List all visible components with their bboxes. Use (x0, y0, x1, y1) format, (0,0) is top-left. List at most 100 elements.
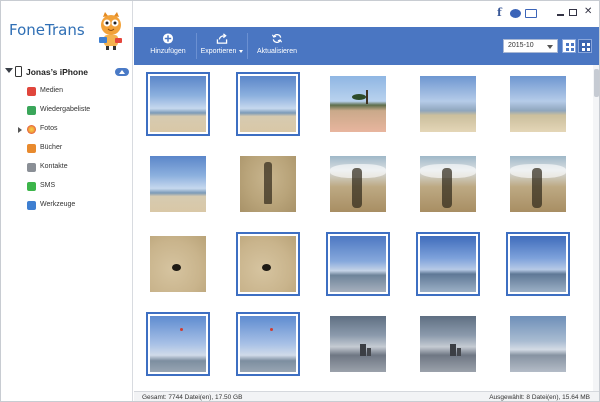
photo-image (240, 236, 296, 292)
sidebar-item-wiedergabeliste[interactable]: Wiedergabeliste (1, 102, 133, 121)
photo-detail (172, 264, 181, 271)
toolbar-divider (196, 33, 197, 59)
sidebar-item-fotos[interactable]: Fotos (1, 121, 133, 140)
photo-image (240, 76, 296, 132)
sidebar-item-label: Bücher (40, 144, 63, 151)
photo-thumbnail[interactable] (506, 232, 570, 296)
status-bar: Gesamt: 7744 Datei(en), 17.50 GB Ausgewä… (134, 391, 599, 401)
photo-thumbnail[interactable] (236, 72, 300, 136)
export-icon (216, 33, 228, 44)
grid-icon (566, 43, 574, 51)
export-button[interactable]: Exportieren (198, 27, 246, 65)
status-selected: Ausgewählt: 8 Datei(en), 15.64 MB (489, 394, 590, 401)
photo-thumbnail[interactable] (146, 72, 210, 136)
sidebar-item-label: SMS (40, 182, 56, 189)
sidebar-item-label: Medien (40, 87, 63, 94)
photo-thumbnail[interactable] (416, 72, 480, 136)
photo-image (150, 236, 206, 292)
refresh-button[interactable]: Aktualisieren (248, 27, 306, 65)
photo-thumbnail[interactable] (146, 312, 210, 376)
device-row[interactable]: Jonas’s iPhone (1, 65, 133, 81)
photo-detail (180, 328, 183, 331)
photo-image (240, 156, 296, 212)
sidebar: FoneTrans Jonas’s iPhone Medien Wiederga… (1, 1, 133, 401)
sidebar-item-label: Fotos (40, 125, 58, 132)
facebook-icon[interactable]: f (497, 7, 507, 19)
photo-detail (264, 162, 272, 204)
photo-thumbnail[interactable] (236, 232, 300, 296)
photo-thumbnail[interactable] (146, 232, 210, 296)
sms-icon (27, 182, 36, 191)
add-icon (162, 33, 174, 44)
toolbar: Hinzufügen Exportieren Aktualisieren 201… (134, 27, 599, 65)
date-filter-select[interactable]: 2015-10 (503, 39, 558, 53)
device-name: Jonas’s iPhone (26, 67, 89, 77)
expand-arrow-icon[interactable] (18, 127, 22, 133)
photo-image (330, 76, 386, 132)
mascot-logo-icon (99, 12, 122, 50)
close-button[interactable]: ✕ (584, 6, 594, 18)
photo-image (240, 316, 296, 372)
photo-image (510, 236, 566, 292)
chat-icon[interactable] (510, 9, 521, 18)
playlist-icon (27, 106, 36, 115)
photo-image (510, 316, 566, 372)
sidebar-item-label: Wiedergabeliste (40, 106, 91, 113)
photo-image (150, 76, 206, 132)
grid-small-icon (582, 43, 590, 51)
feedback-icon[interactable] (525, 9, 537, 18)
photo-detail (367, 348, 371, 356)
photo-thumbnail[interactable] (326, 152, 390, 216)
add-button[interactable]: Hinzufügen (140, 27, 196, 65)
small-grid-view-button[interactable] (578, 39, 592, 53)
refresh-icon (271, 34, 283, 43)
export-label: Exportieren (198, 48, 246, 55)
photo-detail (366, 90, 368, 104)
sidebar-item-kontakte[interactable]: Kontakte (1, 159, 133, 178)
photo-thumbnail[interactable] (506, 152, 570, 216)
photo-image (330, 236, 386, 292)
photo-thumbnail[interactable] (416, 152, 480, 216)
refresh-label: Aktualisieren (256, 48, 298, 55)
photo-image (150, 316, 206, 372)
photo-thumbnail[interactable] (326, 72, 390, 136)
photo-thumbnail[interactable] (236, 152, 300, 216)
app-window: FoneTrans Jonas’s iPhone Medien Wiederga… (0, 0, 600, 402)
photo-thumbnail[interactable] (326, 232, 390, 296)
photo-thumbnail[interactable] (236, 312, 300, 376)
status-total: Gesamt: 7744 Datei(en), 17.50 GB (142, 394, 243, 401)
photo-detail (270, 328, 273, 331)
photo-image (510, 76, 566, 132)
photo-thumbnail[interactable] (146, 152, 210, 216)
large-grid-view-button[interactable] (562, 39, 576, 53)
photo-detail (532, 168, 542, 208)
sidebar-item-sms[interactable]: SMS (1, 178, 133, 197)
sidebar-item-buecher[interactable]: Bücher (1, 140, 133, 159)
photo-thumbnail[interactable] (416, 312, 480, 376)
photo-image (510, 156, 566, 212)
photo-detail (450, 344, 456, 356)
eject-icon[interactable] (115, 68, 129, 76)
photo-grid (134, 65, 592, 391)
app-title: FoneTrans (9, 21, 85, 39)
collapse-triangle-icon[interactable] (5, 68, 13, 73)
photo-image (150, 156, 206, 212)
photo-thumbnail[interactable] (326, 312, 390, 376)
sidebar-item-medien[interactable]: Medien (1, 83, 133, 102)
photo-image (420, 236, 476, 292)
photo-detail (352, 94, 366, 100)
iphone-icon (15, 66, 22, 77)
music-icon (27, 87, 36, 96)
photo-image (330, 316, 386, 372)
contacts-icon (27, 163, 36, 172)
photo-thumbnail[interactable] (506, 72, 570, 136)
maximize-button[interactable] (569, 9, 577, 16)
photo-thumbnail[interactable] (416, 232, 480, 296)
photo-image (420, 156, 476, 212)
photo-thumbnail[interactable] (506, 312, 570, 376)
scrollbar-thumb[interactable] (594, 69, 599, 97)
sidebar-item-werkzeuge[interactable]: Werkzeuge (1, 197, 133, 216)
vertical-scrollbar[interactable] (593, 65, 599, 391)
photo-image (330, 156, 386, 212)
minimize-button[interactable] (557, 14, 564, 16)
